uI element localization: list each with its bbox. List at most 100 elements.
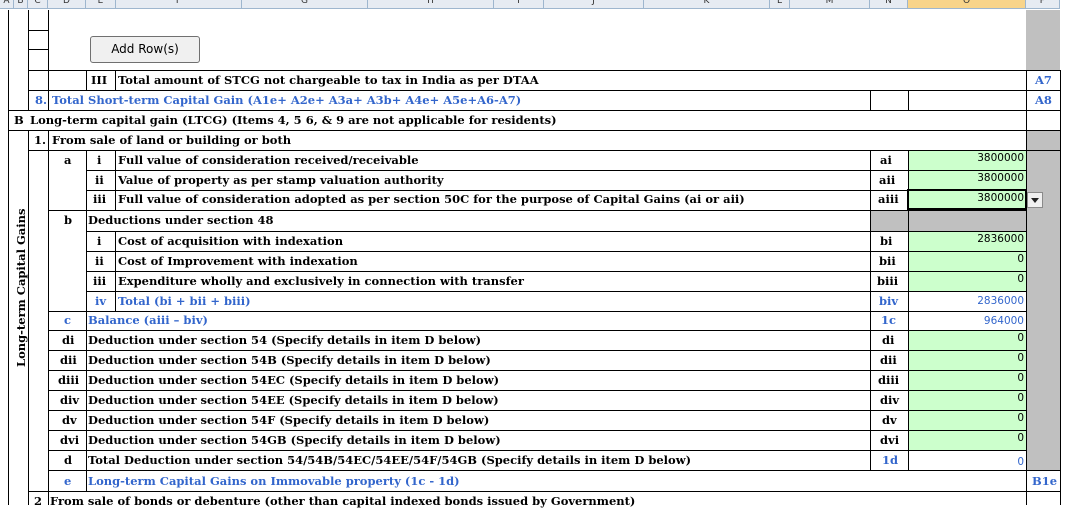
grid-line	[86, 70, 87, 90]
row-b-label: Long-term capital gain (LTCG) (Items 4, …	[30, 113, 557, 127]
value-bii[interactable]: 0	[910, 252, 1024, 266]
col-header-j[interactable]: J	[544, 0, 644, 9]
value-dv[interactable]: 0	[910, 411, 1024, 425]
col-header-h[interactable]: H	[368, 0, 494, 9]
value-dii[interactable]: 0	[910, 351, 1024, 365]
row-diii-code: diii	[878, 373, 900, 387]
value-ai[interactable]: 3800000	[910, 151, 1024, 165]
dropdown-arrow-aiii[interactable]	[1027, 192, 1043, 208]
row-8-label: Total Short-term Capital Gain (A1e+ A2e+…	[52, 93, 522, 107]
value-div[interactable]: 0	[910, 391, 1024, 405]
row-b-iv-code: biv	[879, 294, 899, 308]
row-di-letter: di	[62, 333, 75, 347]
grid-line	[48, 350, 1026, 351]
locked-cell-side	[1026, 130, 1060, 470]
grid-line	[1060, 70, 1061, 505]
col-header-d[interactable]: D	[48, 0, 86, 9]
grid-line	[28, 30, 48, 31]
row-a-ii-label: Value of property as per stamp valuation…	[118, 173, 444, 187]
grid-line	[8, 110, 1060, 111]
row-e-letter: e	[64, 474, 72, 488]
value-1c: 964000	[983, 315, 1024, 327]
grid-line	[48, 410, 1026, 411]
col-header-e[interactable]: E	[86, 0, 116, 9]
grid-line	[48, 10, 49, 110]
grid-line	[1026, 130, 1027, 470]
grid-line	[48, 370, 1026, 371]
grid-line	[28, 49, 48, 50]
row-dii-code: dii	[880, 353, 897, 367]
row-a-i-label: Full value of consideration received/rec…	[118, 153, 419, 167]
locked-cell-b	[870, 210, 1026, 231]
grid-line	[1026, 70, 1027, 130]
row-b-i-num: i	[97, 234, 102, 248]
grid-line	[870, 150, 871, 470]
long-term-capital-gains-side-label: Long-term Capital Gains	[14, 208, 28, 367]
row-a-ii-code: aii	[879, 173, 896, 187]
grid-line	[28, 90, 1060, 91]
col-header-c[interactable]: C	[28, 0, 48, 9]
grid-line	[28, 491, 1060, 492]
value-dvi[interactable]: 0	[910, 431, 1024, 445]
row-c-label: Balance (aiii – biv)	[88, 313, 208, 327]
grid-line	[86, 271, 1026, 272]
row-e-label: Long-term Capital Gains on Immovable pro…	[88, 474, 460, 488]
col-header-l[interactable]: L	[770, 0, 790, 9]
row-a-ii-num: ii	[95, 173, 104, 187]
row-b-iv-num: iv	[95, 294, 107, 308]
row-dii-letter: dii	[60, 353, 77, 367]
col-header-f[interactable]: F	[116, 0, 242, 9]
row-b48-label: Deductions under section 48	[88, 213, 274, 227]
row-d-label: Total Deduction under section 54/54B/54E…	[88, 453, 692, 467]
col-header-b[interactable]: B	[14, 0, 28, 9]
col-header-g[interactable]: G	[242, 0, 368, 9]
row-iii-num: III	[91, 73, 108, 87]
row-b-ii-code: bii	[879, 254, 896, 268]
grid-line	[115, 70, 116, 90]
ref-a8: A8	[1035, 93, 1052, 107]
chevron-down-icon	[1031, 198, 1039, 203]
row-b48-letter: b	[64, 213, 73, 227]
grid-line	[28, 70, 1060, 71]
grid-line	[86, 231, 1026, 232]
grid-line	[115, 150, 116, 210]
col-header-a[interactable]: A	[0, 0, 14, 9]
row-dvi-code: dvi	[880, 433, 900, 447]
grid-line	[28, 130, 29, 505]
col-header-k[interactable]: K	[644, 0, 770, 9]
grid-line	[48, 450, 1026, 451]
row-a-iii-label: Full value of consideration adopted as p…	[118, 192, 745, 206]
row-diii-label: Deduction under section 54EC (Specify de…	[88, 373, 500, 387]
value-diii[interactable]: 0	[910, 371, 1024, 385]
row-c-code: 1c	[881, 313, 897, 327]
value-bi[interactable]: 2836000	[910, 232, 1024, 246]
value-aii[interactable]: 3800000	[910, 171, 1024, 185]
row-b-i-code: bi	[880, 234, 893, 248]
col-header-m[interactable]: M	[790, 0, 870, 9]
col-header-n[interactable]: N	[870, 0, 908, 9]
value-di[interactable]: 0	[910, 331, 1024, 345]
col-header-p[interactable]: P	[1026, 0, 1060, 9]
row-dv-letter: dv	[62, 413, 77, 427]
row-a-iii-num: iii	[93, 192, 107, 206]
row-d-letter: d	[64, 453, 73, 467]
grid-line	[28, 10, 29, 110]
grid-line	[48, 130, 49, 505]
row-a-iii-code: aiii	[878, 192, 899, 206]
col-header-i[interactable]: I	[494, 0, 544, 9]
value-aiii[interactable]: 3800000	[910, 191, 1024, 205]
value-biii[interactable]: 0	[910, 272, 1024, 286]
value-biv: 2836000	[977, 295, 1024, 307]
row-div-label: Deduction under section 54EE (Specify de…	[88, 393, 499, 407]
grid-line	[48, 390, 1026, 391]
row-1-num: 1.	[34, 133, 47, 147]
row-a-i-code: ai	[880, 153, 892, 167]
row-diii-letter: diii	[58, 373, 80, 387]
row-di-code: di	[882, 333, 895, 347]
col-header-o[interactable]: O	[908, 0, 1026, 9]
add-rows-button[interactable]: Add Row(s)	[90, 36, 200, 63]
row-8-num: 8.	[35, 93, 48, 107]
row-div-code: div	[880, 393, 900, 407]
row-div-letter: div	[60, 393, 80, 407]
grid-line	[870, 90, 871, 110]
